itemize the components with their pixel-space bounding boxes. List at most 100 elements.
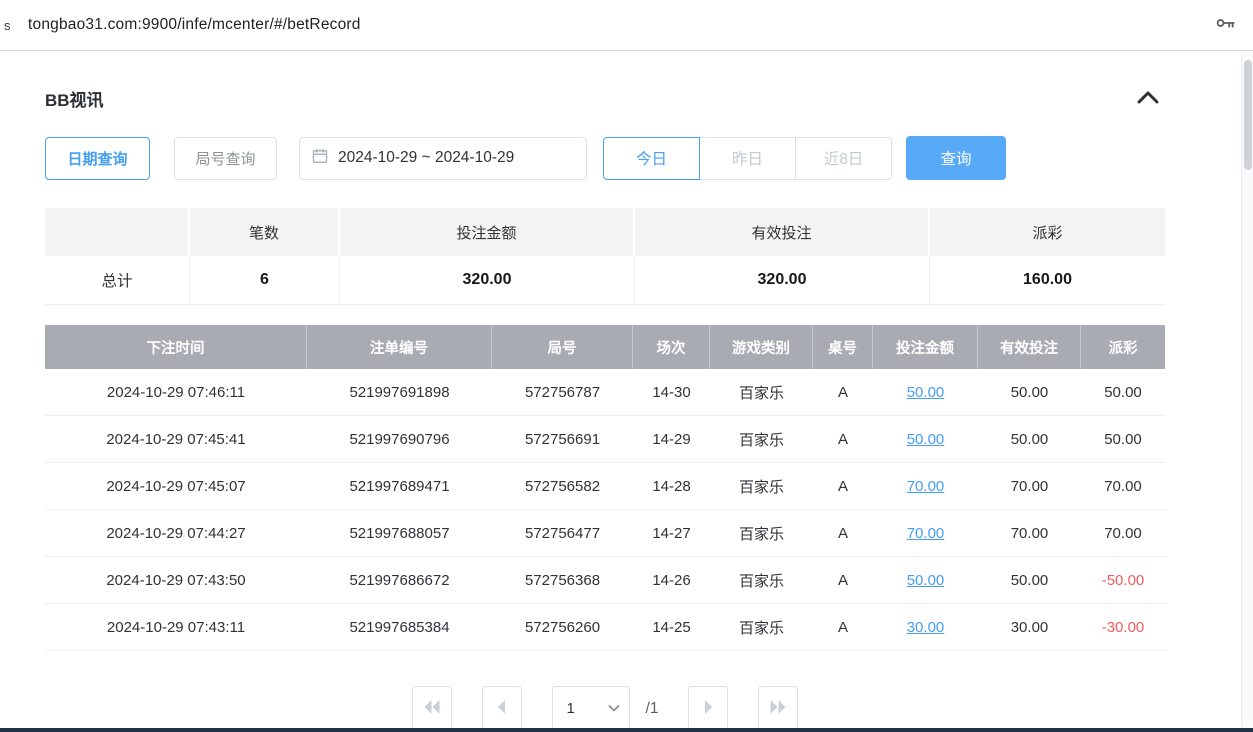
bet-time-cell: 2024-10-29 07:45:41 xyxy=(45,416,307,462)
url-text[interactable]: tongbao31.com:9900/infe/mcenter/#/betRec… xyxy=(28,16,361,34)
bet-time-cell: 2024-10-29 07:44:27 xyxy=(45,510,307,556)
page-select[interactable]: 1 xyxy=(552,686,630,731)
round-no-cell: 572756368 xyxy=(492,557,633,603)
bet-time-cell: 2024-10-29 07:46:11 xyxy=(45,369,307,415)
payout-cell: 50.00 xyxy=(1081,369,1165,415)
pagination: 1 /1 xyxy=(45,686,1165,731)
table-no-cell: A xyxy=(813,557,873,603)
game-type-cell: 百家乐 xyxy=(710,416,813,462)
payout-cell: -50.00 xyxy=(1081,557,1165,603)
table-row: 2024-10-29 07:44:27 521997688057 5727564… xyxy=(45,510,1165,557)
table-no-cell: A xyxy=(813,510,873,556)
last-8-days-button[interactable]: 近8日 xyxy=(795,137,892,180)
table-row: 2024-10-29 07:46:11 521997691898 5727567… xyxy=(45,369,1165,416)
header-bet-amount: 投注金额 xyxy=(873,325,978,369)
bet-amount-link[interactable]: 50.00 xyxy=(907,572,945,589)
yesterday-button[interactable]: 昨日 xyxy=(699,137,796,180)
bet-amount-link[interactable]: 70.00 xyxy=(907,525,945,542)
table-no-cell: A xyxy=(813,463,873,509)
bet-amount-link[interactable]: 30.00 xyxy=(907,619,945,636)
summary-bet-amount-value: 320.00 xyxy=(340,256,635,304)
game-type-cell: 百家乐 xyxy=(710,510,813,556)
round-no-cell: 572756477 xyxy=(492,510,633,556)
chevron-left-icon xyxy=(492,698,512,719)
address-bar: s tongbao31.com:9900/infe/mcenter/#/betR… xyxy=(0,0,1253,51)
date-range-value: 2024-10-29 ~ 2024-10-29 xyxy=(338,149,514,167)
bet-amount-cell: 70.00 xyxy=(873,463,978,509)
clipped-icon: s xyxy=(4,18,28,33)
summary-header-bet-amount: 投注金额 xyxy=(340,208,635,256)
summary-header-empty xyxy=(45,208,190,256)
table-row: 2024-10-29 07:43:50 521997686672 5727563… xyxy=(45,557,1165,604)
order-no-cell: 521997690796 xyxy=(307,416,492,462)
bet-amount-cell: 50.00 xyxy=(873,557,978,603)
session-cell: 14-25 xyxy=(633,604,710,650)
scrollbar-thumb[interactable] xyxy=(1244,60,1252,170)
payout-cell: -30.00 xyxy=(1081,604,1165,650)
first-page-button[interactable] xyxy=(412,686,452,731)
bet-table-header: 下注时间 注单编号 局号 场次 游戏类别 桌号 投注金额 有效投注 派彩 xyxy=(45,325,1165,369)
session-cell: 14-28 xyxy=(633,463,710,509)
quick-range-group: 今日 昨日 近8日 xyxy=(603,137,892,180)
summary-valid-bet-value: 320.00 xyxy=(635,256,930,304)
prev-page-button[interactable] xyxy=(482,686,522,731)
bet-amount-cell: 70.00 xyxy=(873,510,978,556)
today-button[interactable]: 今日 xyxy=(603,137,700,180)
collapse-button[interactable] xyxy=(1131,83,1165,113)
order-no-cell: 521997685384 xyxy=(307,604,492,650)
bet-time-cell: 2024-10-29 07:45:07 xyxy=(45,463,307,509)
summary-header-valid-bet: 有效投注 xyxy=(635,208,930,256)
vertical-scrollbar[interactable] xyxy=(1241,52,1253,727)
round-no-cell: 572756582 xyxy=(492,463,633,509)
order-no-cell: 521997691898 xyxy=(307,369,492,415)
valid-bet-cell: 70.00 xyxy=(978,510,1081,556)
bet-amount-link[interactable]: 70.00 xyxy=(907,478,945,495)
table-no-cell: A xyxy=(813,369,873,415)
game-type-cell: 百家乐 xyxy=(710,557,813,603)
search-button[interactable]: 查询 xyxy=(906,136,1006,180)
header-game-type: 游戏类别 xyxy=(710,325,813,369)
bet-amount-cell: 30.00 xyxy=(873,604,978,650)
session-cell: 14-26 xyxy=(633,557,710,603)
password-key-button[interactable] xyxy=(1215,13,1237,38)
header-order-no: 注单编号 xyxy=(307,325,492,369)
bet-amount-cell: 50.00 xyxy=(873,369,978,415)
summary-header-count: 笔数 xyxy=(190,208,340,256)
bet-record-panel: BB视讯 日期查询 局号查询 xyxy=(45,78,1165,731)
next-page-button[interactable] xyxy=(688,686,728,731)
round-no-cell: 572756260 xyxy=(492,604,633,650)
date-query-tab[interactable]: 日期查询 xyxy=(45,137,150,180)
payout-cell: 70.00 xyxy=(1081,510,1165,556)
game-type-cell: 百家乐 xyxy=(710,604,813,650)
summary-header-row: 笔数 投注金额 有效投注 派彩 xyxy=(45,208,1165,256)
bet-time-cell: 2024-10-29 07:43:50 xyxy=(45,557,307,603)
header-session: 场次 xyxy=(633,325,710,369)
table-no-cell: A xyxy=(813,604,873,650)
panel-header: BB视讯 xyxy=(45,78,1165,118)
page-select-control[interactable]: 1 xyxy=(552,686,630,731)
date-range-input[interactable]: 2024-10-29 ~ 2024-10-29 xyxy=(299,137,587,180)
round-query-tab[interactable]: 局号查询 xyxy=(174,137,277,180)
bet-amount-link[interactable]: 50.00 xyxy=(907,384,945,401)
bet-amount-cell: 50.00 xyxy=(873,416,978,462)
chevron-up-icon xyxy=(1136,90,1160,107)
last-page-button[interactable] xyxy=(758,686,798,731)
summary-count-value: 6 xyxy=(190,256,340,304)
game-type-cell: 百家乐 xyxy=(710,369,813,415)
round-no-cell: 572756787 xyxy=(492,369,633,415)
order-no-cell: 521997689471 xyxy=(307,463,492,509)
summary-payout-value: 160.00 xyxy=(930,256,1165,304)
session-cell: 14-27 xyxy=(633,510,710,556)
valid-bet-cell: 50.00 xyxy=(978,369,1081,415)
filter-toolbar: 日期查询 局号查询 2024-10-29 ~ 2024-10-29 今日 昨日 … xyxy=(45,136,1165,180)
header-bet-time: 下注时间 xyxy=(45,325,307,369)
round-no-cell: 572756691 xyxy=(492,416,633,462)
header-table-no: 桌号 xyxy=(813,325,873,369)
summary-header-payout: 派彩 xyxy=(930,208,1165,256)
payout-cell: 50.00 xyxy=(1081,416,1165,462)
valid-bet-cell: 70.00 xyxy=(978,463,1081,509)
table-no-cell: A xyxy=(813,416,873,462)
header-payout: 派彩 xyxy=(1081,325,1165,369)
bet-amount-link[interactable]: 50.00 xyxy=(907,431,945,448)
table-row: 2024-10-29 07:45:07 521997689471 5727565… xyxy=(45,463,1165,510)
